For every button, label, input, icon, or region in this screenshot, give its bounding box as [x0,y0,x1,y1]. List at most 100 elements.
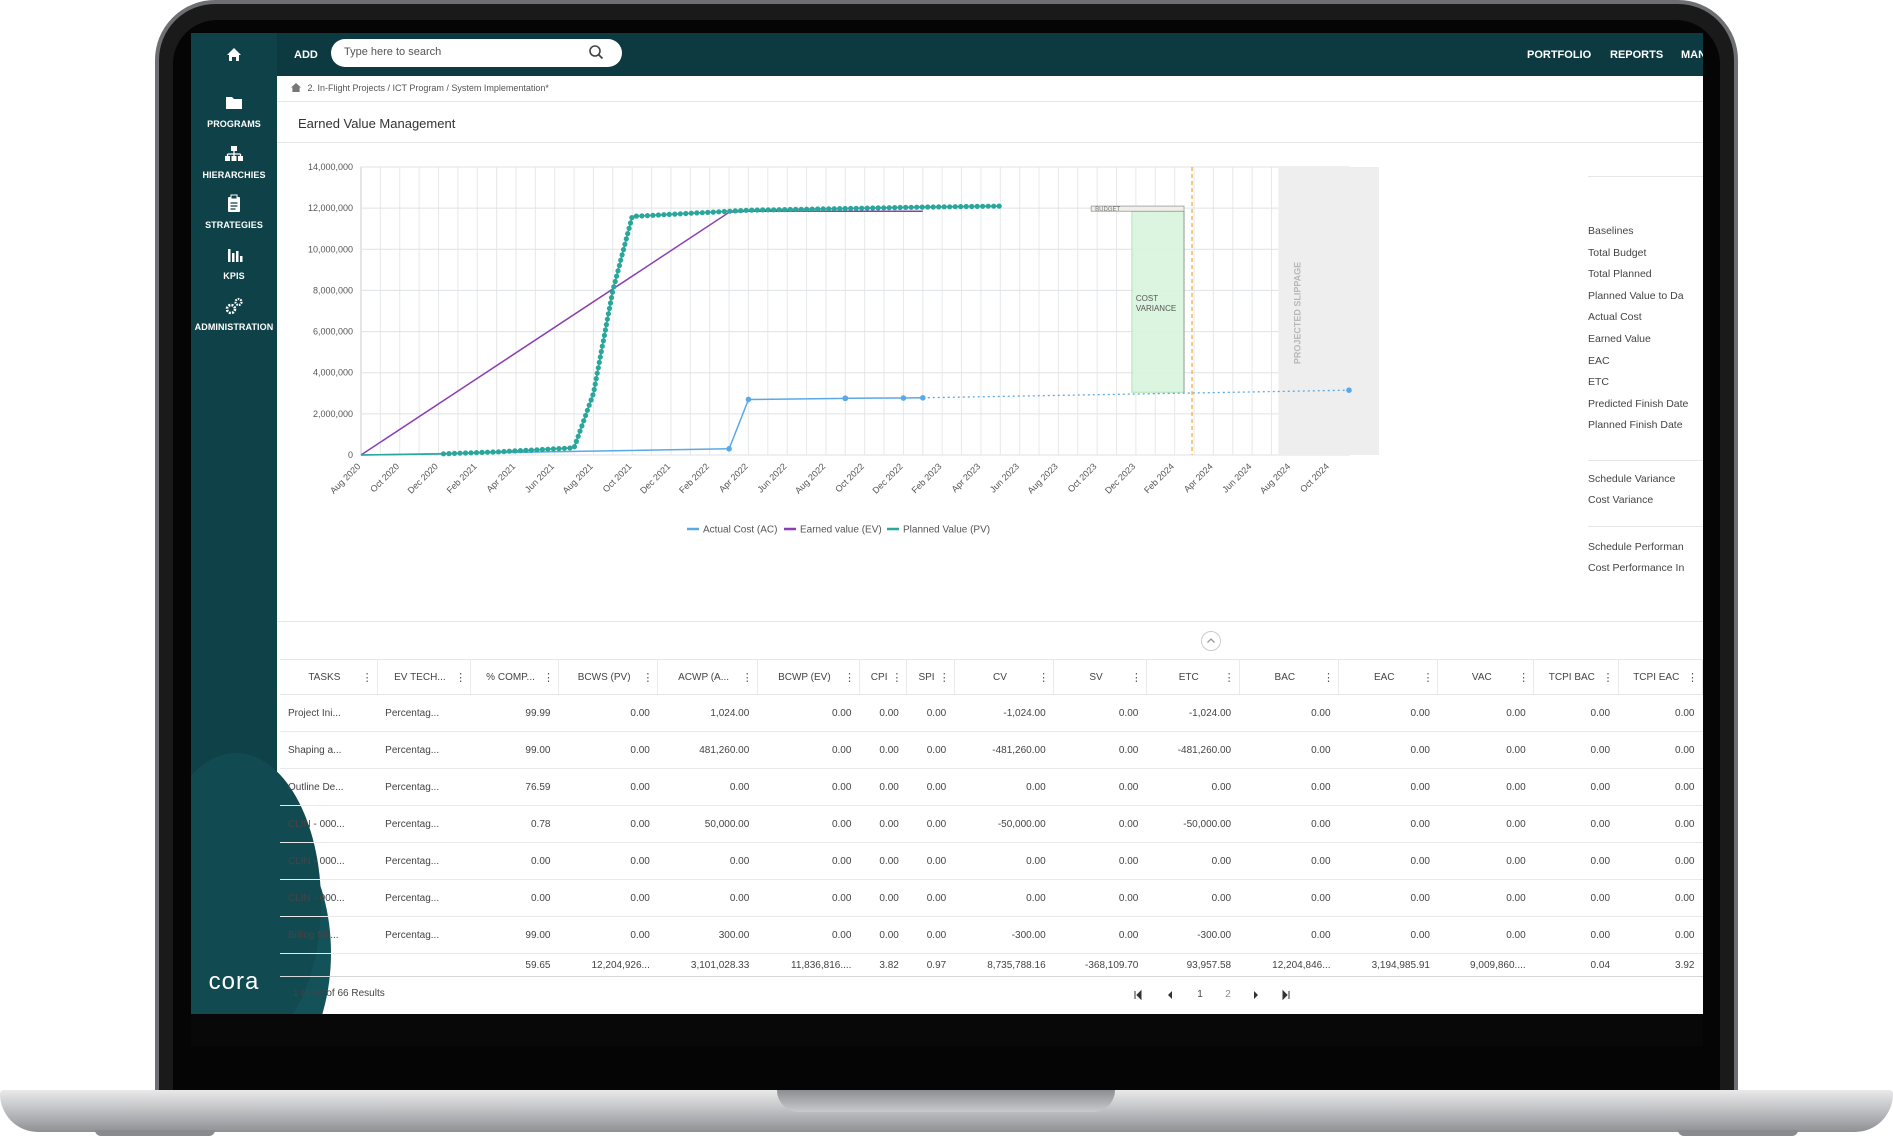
table-total-cell: 0.97 [906,953,955,977]
legend-panel-item[interactable]: Earned Value [1588,333,1651,345]
column-header[interactable]: VAC ⋮ [1437,659,1535,695]
legend-panel-item[interactable]: Schedule Variance [1588,473,1675,485]
column-header[interactable]: ACWP (A... ⋮ [657,659,758,695]
search-icon[interactable] [586,42,606,62]
column-menu-icon[interactable]: ⋮ [1518,671,1529,684]
table-row[interactable]: CLIN - 000... Percentag... 0.00 0.00 0.00 0.0… [280,842,1703,880]
legend-panel-item[interactable]: ETC [1588,376,1609,388]
table-cell: Billing Mil... [280,916,378,954]
planned-value-point [963,203,969,210]
column-header[interactable]: CPI ⋮ [859,659,908,695]
table-total-cell: 8,735,788.16 [954,953,1054,977]
column-header[interactable]: CV ⋮ [954,659,1055,695]
column-header[interactable]: ETC ⋮ [1146,659,1240,695]
legend-panel-item[interactable]: Cost Variance [1588,494,1653,506]
sidebar-item-administration[interactable]: ADMINISTRATION [191,296,277,332]
column-header[interactable]: SPI ⋮ [906,659,955,695]
column-header[interactable]: EAC ⋮ [1338,659,1439,695]
planned-value-point [853,205,859,211]
table-cell: 0.00 [1618,805,1703,843]
legend-panel-item[interactable]: EAC [1588,355,1610,367]
column-header[interactable]: BAC ⋮ [1239,659,1340,695]
planned-value-point [793,206,799,212]
planned-value-point [446,451,452,457]
legend-panel-item[interactable]: Schedule Performan [1588,541,1684,553]
column-header[interactable]: % COMP... ⋮ [470,659,559,695]
legend-panel-item[interactable]: Actual Cost [1588,311,1642,323]
table-cell: 0.00 [859,916,907,954]
nav-reports[interactable]: REPORTS [1610,49,1663,61]
table-cell: 0.00 [1338,768,1438,806]
table-cell: 0.00 [1338,879,1438,917]
column-menu-icon[interactable]: ⋮ [1131,671,1142,684]
breadcrumb-path[interactable]: 2. In-Flight Projects / ICT Program / Sy… [308,83,549,93]
home-button[interactable] [191,33,277,76]
collapse-chart-button[interactable] [1201,631,1221,651]
x-tick-label: Dec 2021 [638,461,672,495]
prev-page-icon[interactable] [1160,989,1180,1001]
actual-cost-point [745,396,752,403]
table-row[interactable]: Project Ini... Percentag... 99.99 0.00 1,024… [280,694,1703,732]
legend-panel-item[interactable]: Planned Value to Da [1588,290,1684,302]
column-menu-icon[interactable]: ⋮ [1224,671,1235,684]
column-menu-icon[interactable]: ⋮ [543,671,554,684]
y-tick-label: 0 [348,450,353,460]
column-menu-icon[interactable]: ⋮ [642,671,653,684]
column-menu-icon[interactable]: ⋮ [1603,671,1614,684]
column-header-label: ACWP (A... [678,671,730,683]
column-header[interactable]: TCPI EAC ⋮ [1618,659,1703,695]
column-menu-icon[interactable]: ⋮ [891,671,902,684]
column-menu-icon[interactable]: ⋮ [742,671,753,684]
column-menu-icon[interactable]: ⋮ [1323,671,1334,684]
table-cell: 0.00 [1239,768,1339,806]
planned-value-point [539,446,545,453]
table-cell: 0.00 [954,768,1054,806]
table-row[interactable]: CLIN - 000... Percentag... 0.00 0.00 0.00 0.0… [280,879,1703,917]
search-input[interactable] [344,46,584,58]
table-cell: 0.00 [859,731,907,769]
x-tick-label: Dec 2023 [1103,461,1137,495]
folder-icon [226,97,242,109]
legend-panel-item[interactable]: Predicted Finish Date [1588,398,1688,410]
add-button[interactable]: ADD [294,49,318,61]
column-menu-icon[interactable]: ⋮ [1687,671,1698,684]
column-header[interactable]: TCPI BAC ⋮ [1533,659,1619,695]
table-cell: 0.00 [657,879,758,917]
first-page-icon[interactable] [1128,989,1148,1001]
table-row[interactable]: Billing Mil... Percentag... 99.00 0.00 300.0… [280,916,1703,954]
sidebar-item-hierarchies[interactable]: HIERARCHIES [191,144,277,180]
table-row[interactable]: Outline De... Percentag... 76.59 0.00 0.00 0.… [280,768,1703,806]
page-1-link[interactable]: 1 [1190,989,1210,1000]
nav-more[interactable]: MAN [1681,49,1703,61]
sidebar-item-programs[interactable]: PROGRAMS [191,93,277,129]
legend-panel-item[interactable]: Cost Performance In [1588,562,1684,574]
column-menu-icon[interactable]: ⋮ [1422,671,1433,684]
column-header[interactable]: SV ⋮ [1053,659,1147,695]
planned-value-point [886,205,892,211]
last-page-icon[interactable] [1276,989,1296,1001]
column-menu-icon[interactable]: ⋮ [1038,671,1049,684]
legend-panel-item[interactable]: Total Planned [1588,268,1652,280]
column-menu-icon[interactable]: ⋮ [844,671,855,684]
table-row[interactable]: CLIN - 000... Percentag... 0.78 0.00 50,000.… [280,805,1703,843]
planned-value-point [633,213,639,219]
column-menu-icon[interactable]: ⋮ [362,671,373,684]
legend-panel-item[interactable]: Baselines [1588,225,1634,237]
column-header[interactable]: BCWS (PV) ⋮ [558,659,659,695]
column-header[interactable]: EV TECH... ⋮ [377,659,472,695]
sidebar-item-kpis[interactable]: KPIS [191,245,277,281]
nav-portfolio[interactable]: PORTFOLIO [1527,49,1591,61]
column-menu-icon[interactable]: ⋮ [939,671,950,684]
planned-value-point [625,231,631,237]
legend-panel-item[interactable]: Total Budget [1588,247,1646,259]
page-2-link[interactable]: 2 [1218,989,1238,1000]
table-row[interactable]: Shaping a... Percentag... 99.00 0.00 481,260… [280,731,1703,769]
planned-value-point [732,208,738,214]
column-header[interactable]: TASKS ⋮ [280,659,378,695]
legend-panel-item[interactable]: Planned Finish Date [1588,419,1683,431]
column-header[interactable]: BCWP (EV) ⋮ [757,659,860,695]
sidebar-item-strategies[interactable]: STRATEGIES [191,194,277,230]
next-page-icon[interactable] [1246,989,1266,1001]
column-menu-icon[interactable]: ⋮ [455,671,466,684]
home-icon[interactable] [291,83,301,92]
